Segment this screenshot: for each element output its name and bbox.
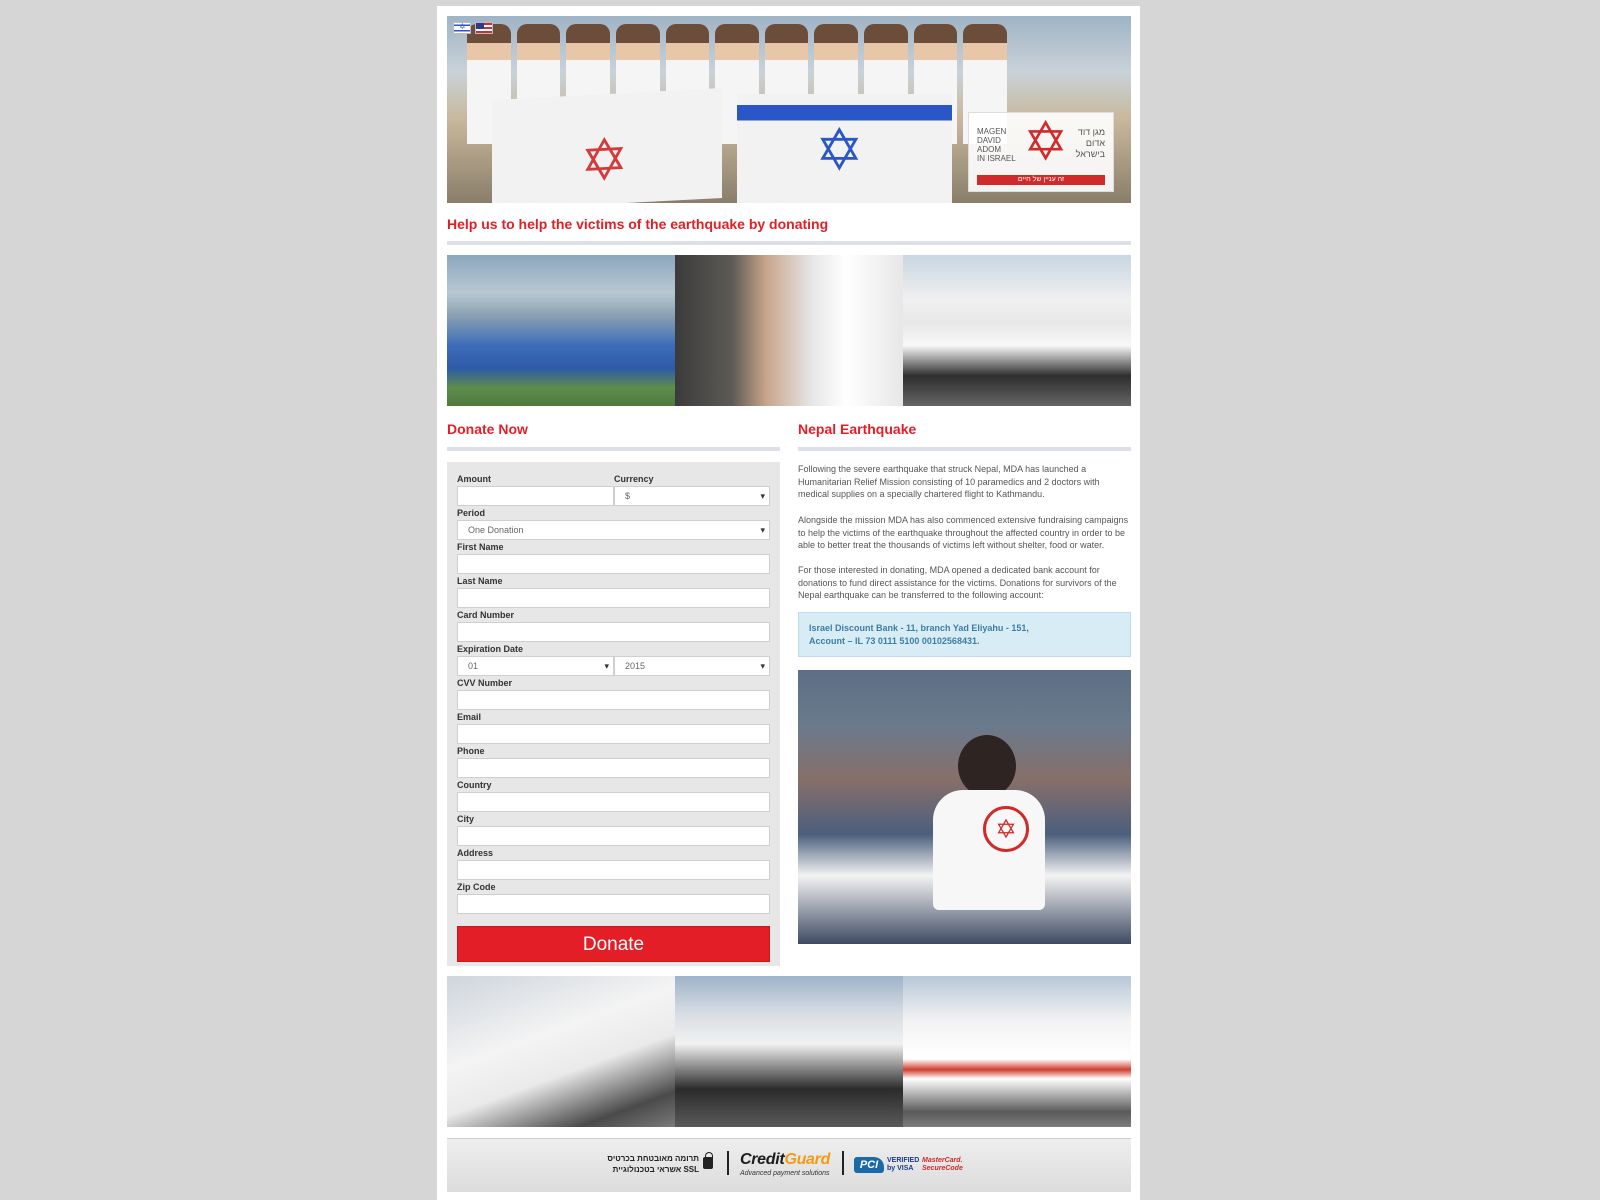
ssl-note: תרומה מאובטחת בכרטיס אשראי בטכנולוגיית S…	[607, 1154, 699, 1174]
divider	[447, 241, 1131, 245]
country-label: Country	[457, 780, 492, 790]
first-name-label: First Name	[457, 542, 504, 552]
phone-label: Phone	[457, 746, 485, 756]
page-headline: Help us to help the victims of the earth…	[447, 216, 829, 232]
separator	[842, 1151, 844, 1175]
creditguard-tagline: Advanced payment solutions	[740, 1170, 830, 1177]
info-paragraph-2: Alongside the mission MDA has also comme…	[798, 515, 1129, 550]
last-name-input[interactable]	[457, 588, 770, 608]
last-name-label: Last Name	[457, 576, 503, 586]
period-label: Period	[457, 508, 486, 518]
gallery-photo-team	[903, 255, 1131, 406]
gallery-photo-paramedic	[675, 255, 903, 406]
hero-banner: ✡ ✡ MAGEN DAVID ADOM IN ISRAEL ✡ מגן דוד…	[447, 16, 1131, 203]
address-label: Address	[457, 848, 494, 858]
divider	[798, 447, 1131, 451]
info-paragraph-1: Following the severe earthquake that str…	[798, 464, 1100, 499]
zip-code-input[interactable]	[457, 894, 770, 914]
mastercard-securecode-logo: MasterCard. SecureCode	[922, 1157, 963, 1172]
creditguard-logo: CreditGuard	[740, 1151, 831, 1168]
separator	[727, 1151, 729, 1175]
page: ✡ ✡ MAGEN DAVID ADOM IN ISRAEL ✡ מגן דוד…	[437, 6, 1140, 1200]
city-label: City	[457, 814, 475, 824]
amount-input[interactable]	[457, 486, 614, 506]
bank-account-box: Israel Discount Bank - 11, branch Yad El…	[798, 612, 1131, 657]
pci-logo: PCI	[854, 1157, 884, 1173]
card-number-label: Card Number	[457, 610, 515, 620]
logo-hebrew-text: מגן דוד אדום בישראל	[1075, 127, 1105, 159]
language-switcher	[453, 22, 493, 34]
currency-select[interactable]: $	[614, 486, 770, 506]
amount-label: Amount	[457, 474, 491, 484]
nepal-earthquake-title: Nepal Earthquake	[798, 421, 917, 437]
secure-payment-footer: תרומה מאובטחת בכרטיס אשראי בטכנולוגיית S…	[447, 1138, 1131, 1192]
mda-logo: MAGEN DAVID ADOM IN ISRAEL ✡ מגן דוד אדו…	[968, 112, 1114, 192]
verified-by-visa-logo: VERIFIED by VISA	[887, 1157, 920, 1172]
email-input[interactable]	[457, 724, 770, 744]
donate-now-title: Donate Now	[447, 421, 528, 437]
expiration-label: Expiration Date	[457, 644, 524, 654]
exp-month-select[interactable]: 01	[457, 656, 614, 676]
first-name-input[interactable]	[457, 554, 770, 574]
phone-input[interactable]	[457, 758, 770, 778]
donate-button[interactable]: Donate	[457, 926, 770, 962]
gallery-photo-team-briefing	[675, 976, 903, 1127]
flag-israel-icon[interactable]	[453, 22, 471, 34]
exp-year-select[interactable]: 2015	[614, 656, 770, 676]
email-label: Email	[457, 712, 482, 722]
city-input[interactable]	[457, 826, 770, 846]
star-of-david-icon: ✡	[1023, 112, 1069, 172]
address-input[interactable]	[457, 860, 770, 880]
info-paragraph-3: For those interested in donating, MDA op…	[798, 565, 1117, 600]
card-number-input[interactable]	[457, 622, 770, 642]
gallery-photo-ambulance	[903, 976, 1131, 1127]
logo-tagline: זה עניין של חיים	[977, 175, 1105, 185]
bank-line-1: Israel Discount Bank - 11, branch Yad El…	[809, 623, 1029, 633]
divider	[447, 447, 780, 451]
gallery-photo-tent	[447, 255, 675, 406]
nepal-relief-photo: ✡	[798, 670, 1131, 944]
zip-code-label: Zip Code	[457, 882, 496, 892]
cvv-label: CVV Number	[457, 678, 513, 688]
israel-flag: ✡	[737, 94, 952, 203]
period-select[interactable]: One Donation	[457, 520, 770, 540]
gallery-photo-plane-cargo	[447, 976, 675, 1127]
country-input[interactable]	[457, 792, 770, 812]
currency-label: Currency	[614, 474, 654, 484]
mda-flag: ✡	[492, 87, 722, 203]
lock-icon	[703, 1152, 713, 1169]
bank-line-2: Account – IL 73 0111 5100 00102568431.	[809, 636, 980, 646]
flag-usa-icon[interactable]	[475, 22, 493, 34]
cvv-input[interactable]	[457, 690, 770, 710]
logo-english-text: MAGEN DAVID ADOM IN ISRAEL	[977, 127, 1016, 163]
donation-form: Amount Currency $ Period One Donation Fi…	[447, 462, 780, 966]
